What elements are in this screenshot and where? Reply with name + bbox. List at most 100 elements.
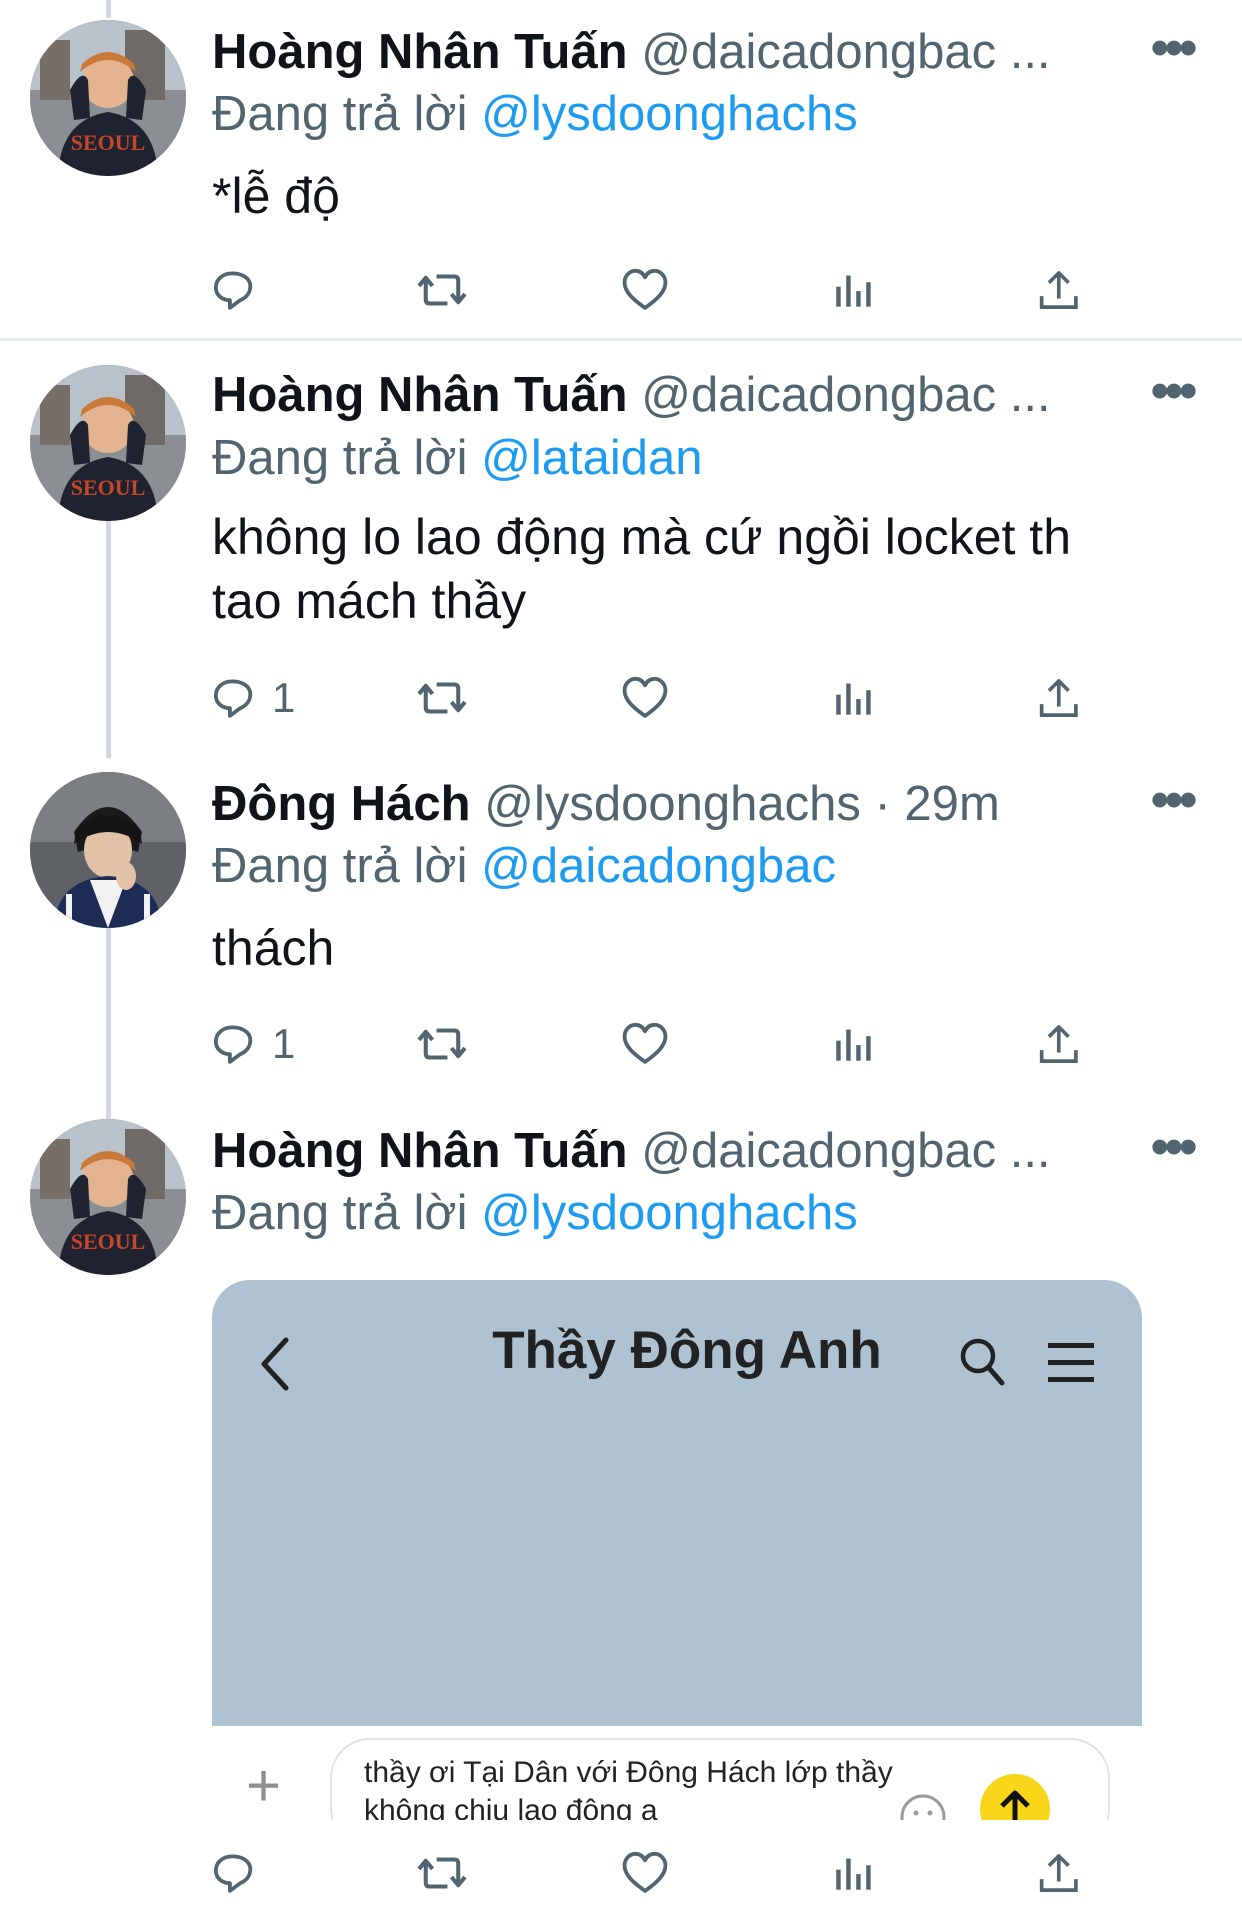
tweet-actions xyxy=(212,260,1112,320)
reply-button[interactable]: 1 xyxy=(212,1014,295,1074)
reply-prefix: Đang trả lời xyxy=(212,431,482,485)
author-name[interactable]: Hoàng Nhân Tuấn xyxy=(212,25,628,79)
retweet-icon xyxy=(414,1021,470,1067)
share-icon xyxy=(1039,1025,1078,1063)
author-handle[interactable]: @daicadongbac ... xyxy=(641,1124,1050,1178)
views-chart-icon xyxy=(836,1858,871,1890)
retweet-icon xyxy=(414,675,470,721)
share-button[interactable] xyxy=(1038,1843,1082,1903)
views-button[interactable] xyxy=(834,260,874,320)
author-name[interactable]: Đông Hách xyxy=(212,777,471,831)
author-handle[interactable]: @lysdoonghachs · 29m xyxy=(484,777,1000,831)
tweet-header: Đông Hách @lysdoonghachs · 29m xyxy=(212,774,1182,834)
reply-prefix: Đang trả lời xyxy=(212,839,482,893)
tweet-actions xyxy=(212,1843,1112,1903)
retweet-button[interactable] xyxy=(414,260,470,320)
search-icon xyxy=(960,1338,1005,1386)
tweet-text-line: tao mách thầy xyxy=(212,573,527,629)
reply-icon xyxy=(213,271,253,310)
reply-context: Đang trả lời @lysdoonghachs xyxy=(212,84,858,144)
tweet-text-line: thách xyxy=(212,920,335,976)
like-button[interactable] xyxy=(622,668,668,728)
tweet-text-line: *lễ độ xyxy=(212,168,340,224)
more-options-icon[interactable]: ••• xyxy=(1142,1121,1202,1185)
like-button[interactable] xyxy=(622,1014,668,1074)
tweet-text-line: không lo lao động mà cứ ngồi locket th xyxy=(212,509,1072,565)
views-button[interactable] xyxy=(834,1014,874,1074)
views-chart-icon xyxy=(836,683,871,715)
avatar[interactable] xyxy=(30,365,186,521)
reply-prefix: Đang trả lời xyxy=(212,1186,482,1240)
retweet-icon xyxy=(414,1850,470,1896)
retweet-button[interactable] xyxy=(414,1014,470,1074)
reply-mention-link[interactable]: @lysdoonghachs xyxy=(481,1186,858,1240)
tweet[interactable]: Hoàng Nhân Tuấn @daicadongbac ... ••• Đa… xyxy=(0,0,1242,340)
reply-button[interactable] xyxy=(212,260,272,320)
reply-mention-link[interactable]: @lataidan xyxy=(481,431,702,485)
author-handle[interactable]: @daicadongbac ... xyxy=(641,25,1050,79)
tweet-text: *lễ độ xyxy=(212,164,1182,228)
reply-icon xyxy=(213,679,253,718)
tweet-actions: 1 xyxy=(212,668,1112,728)
reply-context: Đang trả lời @lataidan xyxy=(212,428,702,488)
heart-icon xyxy=(622,1851,668,1893)
arrow-up-icon xyxy=(1000,1790,1030,1820)
more-options-icon[interactable]: ••• xyxy=(1142,22,1202,86)
tweet[interactable]: Hoàng Nhân Tuấn @daicadongbac ... ••• Đa… xyxy=(0,345,1242,745)
chat-header: Thầy Đông Anh xyxy=(212,1280,1142,1440)
reply-mention-link[interactable]: @daicadongbac xyxy=(481,839,836,893)
chat-compose-bar: + thầy ơi Tại Dân với Đông Hách lớp thầy… xyxy=(212,1726,1142,1820)
views-chart-icon xyxy=(836,275,871,307)
views-button[interactable] xyxy=(834,1843,874,1903)
more-options-icon[interactable]: ••• xyxy=(1142,774,1202,838)
reply-prefix: Đang trả lời xyxy=(212,87,482,141)
chat-message-input: thầy ơi Tại Dân với Đông Hách lớp thầy k… xyxy=(330,1738,1110,1820)
share-button[interactable] xyxy=(1038,668,1082,728)
like-button[interactable] xyxy=(622,260,668,320)
chat-message-line: không chịu lao động ạ xyxy=(364,1794,658,1820)
reply-mention-link[interactable]: @lysdoonghachs xyxy=(481,87,858,141)
chat-message-text: thầy ơi Tại Dân với Đông Hách lớp thầy k… xyxy=(364,1754,964,1820)
more-options-icon[interactable]: ••• xyxy=(1142,365,1202,429)
heart-icon xyxy=(622,268,668,310)
author-handle[interactable]: @daicadongbac ... xyxy=(641,368,1050,422)
avatar[interactable] xyxy=(30,1119,186,1275)
tweet-actions: 1 xyxy=(212,1014,1112,1074)
tweet-header: Hoàng Nhân Tuấn @daicadongbac ... xyxy=(212,1121,1182,1181)
avatar[interactable] xyxy=(30,772,186,928)
tweet-text: không lo lao động mà cứ ngồi locket th t… xyxy=(212,505,1182,633)
heart-icon xyxy=(622,676,668,718)
reply-count: 1 xyxy=(272,1020,296,1067)
author-name[interactable]: Hoàng Nhân Tuấn xyxy=(212,368,628,422)
chat-message-line: thầy ơi Tại Dân với Đông Hách lớp thầy xyxy=(364,1756,893,1789)
divider xyxy=(0,338,1242,341)
like-button[interactable] xyxy=(622,1843,668,1903)
share-button[interactable] xyxy=(1038,1014,1082,1074)
retweet-button[interactable] xyxy=(414,1843,470,1903)
share-button[interactable] xyxy=(1038,260,1082,320)
menu-icon xyxy=(1048,1343,1094,1382)
reply-icon xyxy=(213,1025,253,1064)
retweet-button[interactable] xyxy=(414,668,470,728)
send-button xyxy=(980,1774,1050,1820)
views-button[interactable] xyxy=(834,668,874,728)
tweet-header: Hoàng Nhân Tuấn @daicadongbac ... xyxy=(212,365,1182,425)
heart-icon xyxy=(622,1022,668,1064)
plus-icon: + xyxy=(246,1752,282,1819)
views-chart-icon xyxy=(836,1029,871,1061)
reply-button[interactable] xyxy=(212,1843,272,1903)
tweet-media-image[interactable]: Thầy Đông Anh + thầy ơi Tại Dân với Đông… xyxy=(212,1280,1142,1820)
share-icon xyxy=(1039,679,1078,717)
author-name[interactable]: Hoàng Nhân Tuấn xyxy=(212,1124,628,1178)
tweet[interactable]: Đông Hách @lysdoonghachs · 29m ••• Đang … xyxy=(0,752,1242,1102)
tweet-text: thách xyxy=(212,916,1182,980)
share-icon xyxy=(1039,1854,1078,1892)
retweet-icon xyxy=(414,267,470,313)
reply-button[interactable]: 1 xyxy=(212,668,295,728)
reply-context: Đang trả lời @lysdoonghachs xyxy=(212,1183,858,1243)
reply-context: Đang trả lời @daicadongbac xyxy=(212,836,836,896)
tweet-header: Hoàng Nhân Tuấn @daicadongbac ... xyxy=(212,22,1182,82)
avatar[interactable] xyxy=(30,20,186,176)
emoji-icon xyxy=(900,1794,946,1820)
reply-icon xyxy=(213,1854,253,1893)
